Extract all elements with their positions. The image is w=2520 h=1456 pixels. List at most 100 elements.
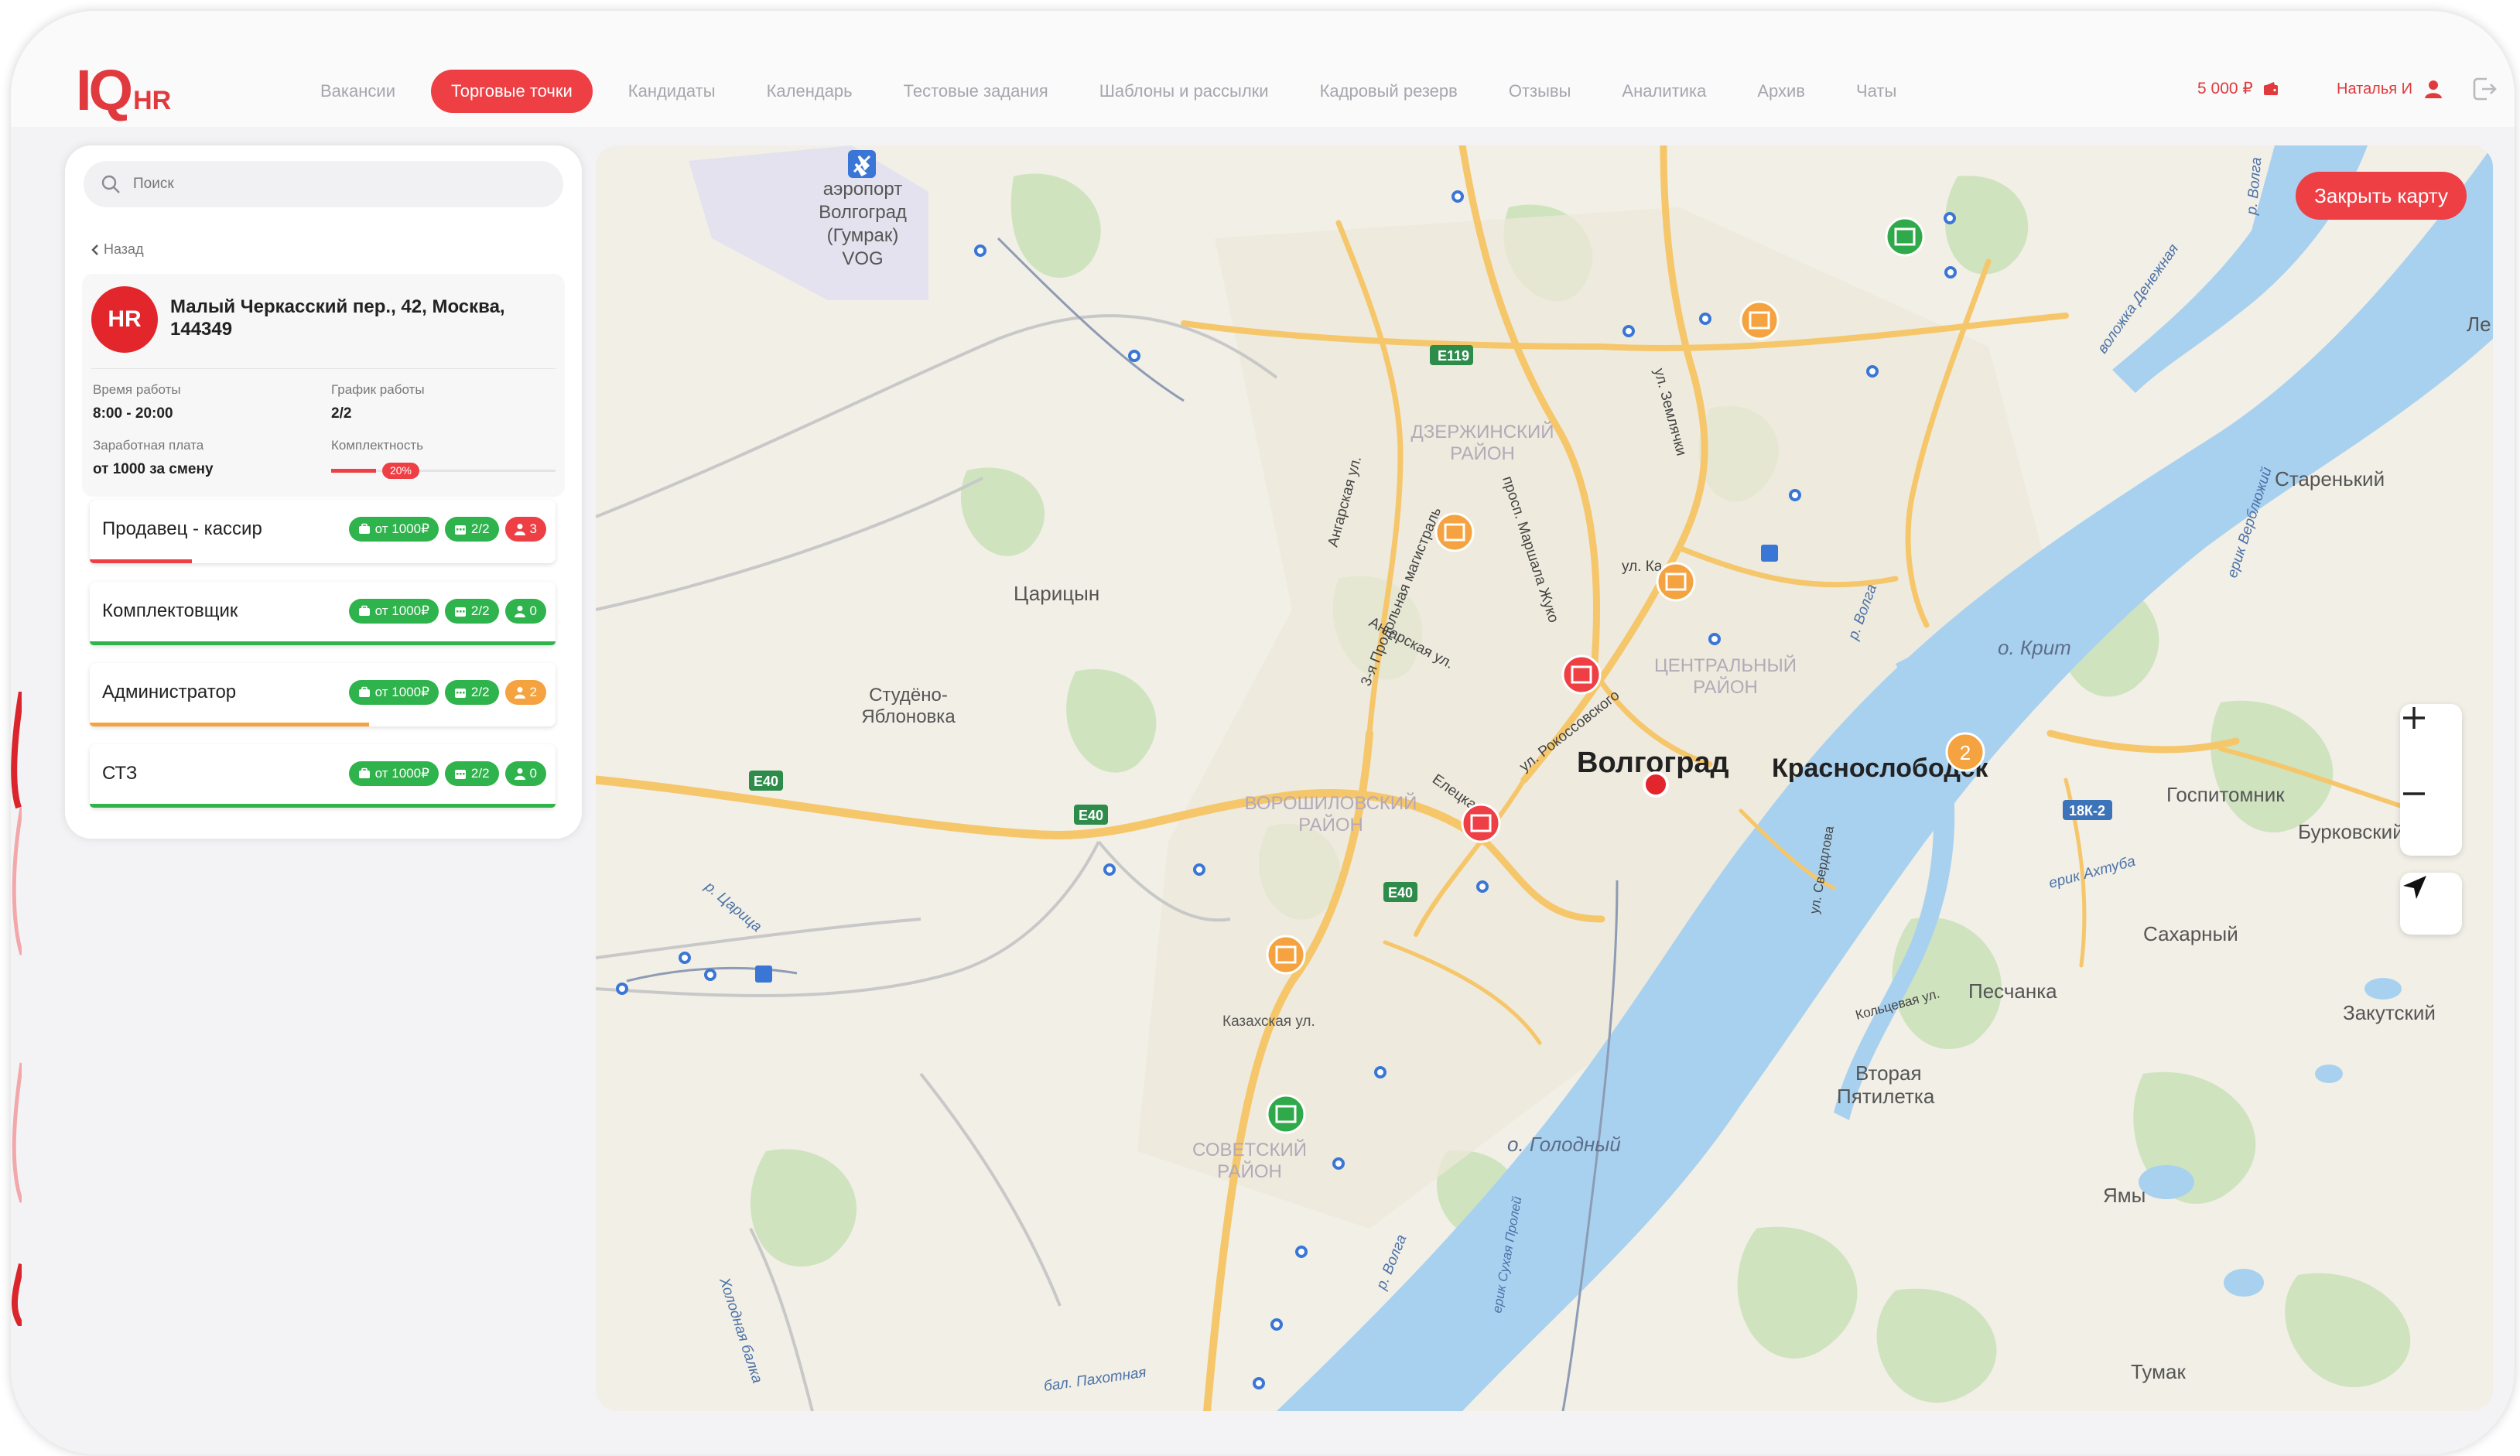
schedule-value: 2/2 — [331, 405, 352, 422]
store-marker-icon[interactable] — [1266, 935, 1306, 975]
schedule-badge: 2/2 — [444, 517, 499, 542]
back-link[interactable]: Назад — [90, 241, 144, 258]
label-burkovsky: Бурковский — [2298, 820, 2404, 843]
label-peschanka: Песчанка — [1968, 979, 2057, 1003]
label-kazakhskaya: Казахская ул. — [1222, 1013, 1315, 1030]
calendar-icon — [454, 525, 466, 535]
nav-tests[interactable]: Тестовые задания — [904, 81, 1048, 101]
vacancy-card[interactable]: СТЗ от 1000₽ 2/2 0 — [90, 744, 556, 808]
vacancy-badges: от 1000₽ 2/2 0 — [348, 761, 546, 786]
label-vtoraya-1: Вторая — [1855, 1061, 1922, 1085]
back-label: Назад — [104, 241, 144, 257]
store-marker-icon[interactable] — [1739, 300, 1780, 340]
candidates-badge-text: 0 — [529, 603, 537, 618]
road-label-e40-c: E40 — [1388, 885, 1413, 901]
search-icon — [101, 175, 120, 193]
locate-button[interactable] — [2400, 873, 2462, 935]
label-yamy: Ямы — [2103, 1184, 2146, 1207]
nav-archive[interactable]: Архив — [1757, 81, 1805, 101]
plus-icon — [2403, 707, 2425, 729]
store-card: HR Малый Черкасский пер., 42, Москва, 14… — [82, 274, 565, 497]
nav-candidates[interactable]: Кандидаты — [628, 81, 716, 101]
salary-badge: от 1000₽ — [348, 599, 439, 624]
salary-badge-text: от 1000₽ — [374, 521, 429, 536]
vacancy-card[interactable]: Продавец - кассир от 1000₽ 2/2 3 — [90, 500, 556, 563]
airport-label-4: VOG — [842, 248, 883, 269]
schedule-badge-text: 2/2 — [470, 521, 490, 536]
nav-analytics[interactable]: Аналитика — [1622, 81, 1706, 101]
logout-icon[interactable] — [2471, 76, 2498, 102]
road-label-e40-a: E40 — [754, 774, 778, 789]
nav-chats[interactable]: Чаты — [1856, 81, 1896, 101]
nav-reviews[interactable]: Отзывы — [1509, 81, 1571, 101]
label-le: Ле — [2467, 313, 2491, 336]
salary-value: от 1000 за смену — [93, 461, 214, 477]
zoom-in-button[interactable] — [2400, 704, 2462, 780]
salary-badge: от 1000₽ — [348, 517, 439, 542]
store-marker-icon[interactable] — [1461, 803, 1501, 843]
store-marker-icon[interactable] — [1656, 562, 1696, 602]
chevron-left-icon — [91, 244, 98, 255]
nav-calendar[interactable]: Календарь — [767, 81, 853, 101]
label-golodny: о. Голодный — [1507, 1133, 1621, 1156]
candidates-badge: 3 — [504, 517, 546, 542]
candidates-badge: 0 — [504, 599, 546, 624]
zoom-control — [2400, 704, 2462, 856]
nav-stores[interactable]: Торговые точки — [430, 70, 593, 113]
search-box[interactable] — [84, 161, 563, 207]
store-cluster-marker[interactable]: 2 — [1945, 732, 1985, 772]
store-marker-icon[interactable] — [1561, 655, 1602, 695]
candidates-badge: 0 — [504, 761, 546, 786]
schedule-badge-text: 2/2 — [470, 603, 490, 618]
nav-reserve[interactable]: Кадровый резерв — [1320, 81, 1458, 101]
logo[interactable]: IQ HR — [76, 57, 171, 119]
district-voroshil-1: ВОРОШИЛОВСКИЙ — [1245, 792, 1417, 814]
store-marker-icon[interactable] — [1266, 1094, 1306, 1134]
schedule-badge: 2/2 — [444, 599, 499, 624]
vacancy-title: Продавец - кассир — [102, 518, 262, 539]
label-studeno-1: Студёно- — [869, 685, 948, 706]
map-canvas[interactable]: E119 E40 E40 E40 18К-2 аэропорт Волгогра… — [596, 145, 2493, 1411]
district-dzerzh-1: ДЗЕРЖИНСКИЙ — [1410, 421, 1554, 443]
nav-templates[interactable]: Шаблоны и рассылки — [1099, 81, 1269, 101]
store-address: Малый Черкасский пер., 42, Москва, 14434… — [170, 296, 505, 340]
vacancy-progress-bar — [90, 723, 369, 726]
completeness-value: 20% — [382, 463, 419, 479]
main-nav: Вакансии Торговые точки Кандидаты Календ… — [320, 70, 1947, 113]
search-input[interactable] — [132, 175, 521, 193]
user-menu[interactable]: Наталья И — [2337, 79, 2443, 99]
user-icon — [2425, 80, 2443, 98]
vacancy-title: Комплектовщик — [102, 600, 238, 621]
balance[interactable]: 5 000 ₽ — [2197, 79, 2279, 98]
schedule-badge: 2/2 — [444, 680, 499, 705]
district-sovetsky-1: СОВЕТСКИЙ — [1192, 1139, 1307, 1160]
label-gospitomnik: Госпитомник — [2166, 783, 2285, 806]
hours-value: 8:00 - 20:00 — [93, 405, 173, 422]
label-sakharny: Сахарный — [2143, 922, 2238, 945]
person-icon — [514, 768, 525, 780]
store-marker-icon[interactable] — [1885, 217, 1925, 257]
briefcase-icon — [358, 605, 370, 616]
map[interactable]: E119 E40 E40 E40 18К-2 аэропорт Волгогра… — [596, 145, 2493, 1411]
calendar-icon — [454, 689, 466, 698]
road-label-e40-b: E40 — [1079, 808, 1103, 823]
schedule-badge-text: 2/2 — [470, 766, 490, 781]
airport-label-1: аэропорт — [823, 179, 902, 200]
vacancy-badges: от 1000₽ 2/2 2 — [348, 680, 546, 705]
zoom-out-button[interactable] — [2400, 780, 2462, 856]
candidates-badge-text: 3 — [529, 521, 537, 536]
salary-badge: от 1000₽ — [348, 680, 439, 705]
vacancy-card[interactable]: Комплектовщик от 1000₽ 2/2 0 — [90, 582, 556, 645]
label-studeno-2: Яблоновка — [861, 706, 956, 727]
nav-vacancies[interactable]: Вакансии — [320, 81, 395, 101]
close-map-button[interactable]: Закрыть карту — [2296, 172, 2467, 220]
divider — [91, 368, 556, 369]
label-tsaritsyn: Царицын — [1014, 582, 1099, 605]
store-avatar: HR — [91, 286, 158, 353]
store-marker-icon[interactable] — [1434, 512, 1475, 552]
label-tumak: Тумак — [2131, 1360, 2186, 1383]
calendar-icon — [454, 770, 466, 779]
vacancy-title: СТЗ — [102, 763, 138, 784]
district-central-1: ЦЕНТРАЛЬНЫЙ — [1654, 655, 1797, 676]
vacancy-card[interactable]: Администратор от 1000₽ 2/2 2 — [90, 663, 556, 726]
